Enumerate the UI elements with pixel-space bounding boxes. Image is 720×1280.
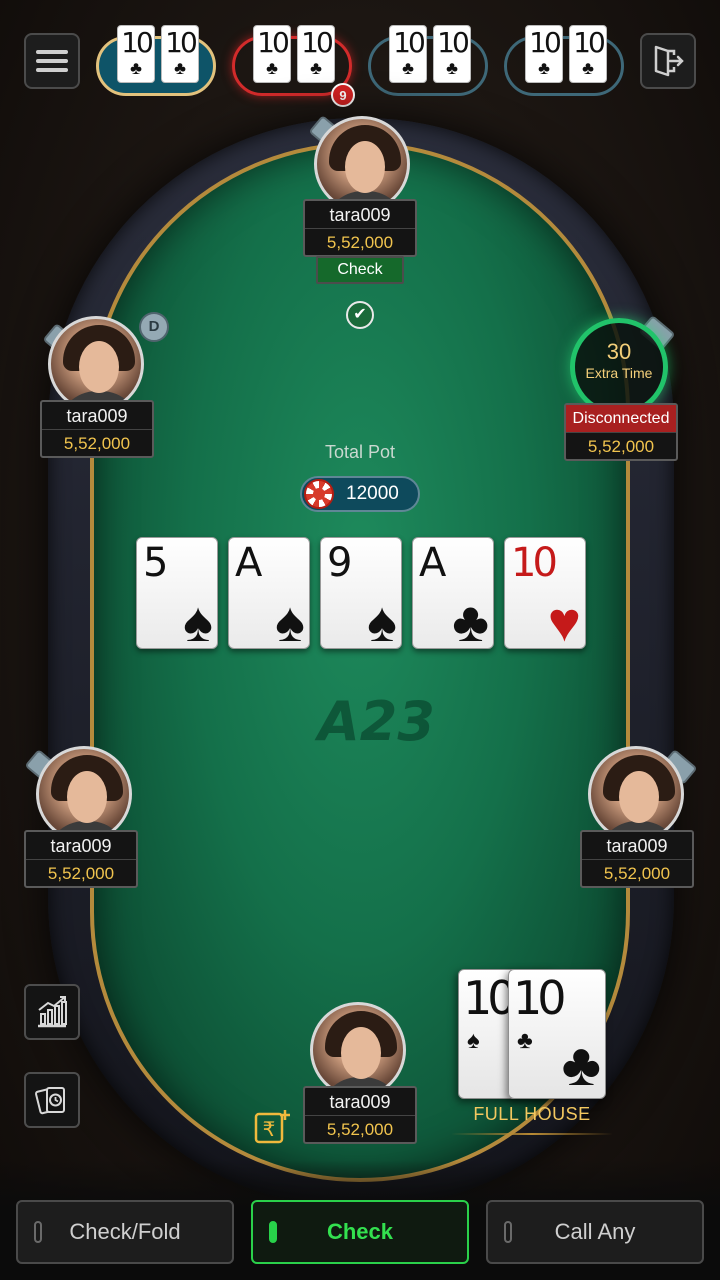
brand-logo: A23 [318, 690, 435, 753]
disconnected-status: Disconnected [566, 405, 676, 433]
dealer-button: D [139, 312, 169, 342]
call-any-label: Call Any [554, 1219, 636, 1244]
community-card-3: 9 ♠ [320, 537, 402, 652]
player-info-top: tara009 5,52,000 [303, 199, 417, 257]
check-fold-label: Check/Fold [69, 1219, 181, 1244]
community-card-2: A ♠ [228, 537, 310, 652]
table-tab-1[interactable]: 10 ♣ 10 ♣ [96, 25, 216, 96]
mini-card: 10 ♣ [297, 25, 335, 83]
timer-seconds: 30 [606, 339, 632, 364]
notification-badge: 9 [331, 83, 355, 107]
toggle-indicator-icon [504, 1221, 512, 1243]
hand-history-icon [35, 1087, 65, 1115]
mini-card: 10 ♣ [525, 25, 563, 83]
player-info-lower-right: tara009 5,52,000 [580, 830, 694, 888]
mini-card: 10 ♣ [433, 25, 471, 83]
add-cash-button[interactable]: ₹ [254, 1108, 290, 1144]
menu-button[interactable] [24, 33, 80, 89]
rupee-add-icon: ₹ [254, 1110, 290, 1144]
player-info-hero: tara009 5,52,000 [303, 1086, 417, 1144]
exit-door-icon [654, 45, 684, 77]
community-card-1: 5 ♠ [136, 537, 218, 652]
last-action-label: Check [316, 256, 404, 284]
mini-card: 10 ♣ [117, 25, 155, 83]
check-label: Check [326, 1219, 394, 1244]
player-name: tara009 [42, 402, 152, 430]
hand-strength-label: FULL HOUSE [452, 1104, 612, 1135]
avatar-top[interactable] [314, 116, 410, 212]
avatar-lower-right[interactable] [588, 746, 684, 842]
mini-card: 10 ♣ [253, 25, 291, 83]
player-name: tara009 [582, 832, 692, 860]
player-name: tara009 [26, 832, 136, 860]
player-chips: 5,52,000 [587, 437, 655, 456]
mini-card: 10 ♣ [569, 25, 607, 83]
mini-card: 10 ♣ [161, 25, 199, 83]
player-chips: 5,52,000 [603, 864, 671, 883]
svg-text:₹: ₹ [263, 1117, 276, 1141]
table-tab-3[interactable]: 10 ♣ 10 ♣ [368, 25, 488, 96]
hamburger-menu-icon [36, 45, 68, 77]
exit-button[interactable] [640, 33, 696, 89]
avatar-upper-left[interactable] [48, 316, 144, 412]
player-chips: 5,52,000 [326, 233, 394, 252]
player-chips: 5,52,000 [63, 434, 131, 453]
stats-button[interactable] [24, 984, 80, 1040]
table-tab-4[interactable]: 10 ♣ 10 ♣ [504, 25, 624, 96]
community-card-5: 10 ♥ [504, 537, 586, 652]
pot-value: 12000 [346, 483, 399, 504]
turn-timer: 30 Extra Time [570, 318, 668, 416]
stats-chart-icon [38, 996, 67, 1028]
checkmark-icon: ✔ [346, 301, 374, 329]
hand-history-button[interactable] [24, 1072, 80, 1128]
player-chips: 5,52,000 [326, 1120, 394, 1139]
player-name: tara009 [305, 1088, 415, 1116]
player-info-upper-left: tara009 5,52,000 [40, 400, 154, 458]
poker-chip-icon [304, 479, 334, 509]
community-card-4: A ♣ [412, 537, 494, 652]
pot-display: 12000 [300, 476, 420, 512]
player-chips: 5,52,000 [47, 864, 115, 883]
check-button[interactable]: Check [251, 1200, 469, 1264]
player-name: tara009 [305, 201, 415, 229]
avatar-lower-left[interactable] [36, 746, 132, 842]
player-info-upper-right: Disconnected 5,52,000 [564, 403, 678, 461]
hero-card-2: 10 ♣ ♣ [508, 969, 606, 1099]
call-any-button[interactable]: Call Any [486, 1200, 704, 1264]
toggle-indicator-icon [269, 1221, 277, 1243]
avatar-hero[interactable] [310, 1002, 406, 1098]
player-info-lower-left: tara009 5,52,000 [24, 830, 138, 888]
check-fold-button[interactable]: Check/Fold [16, 1200, 234, 1264]
timer-label: Extra Time [585, 365, 653, 381]
mini-card: 10 ♣ [389, 25, 427, 83]
table-tab-2[interactable]: 10 ♣ 10 ♣ 9 [232, 25, 355, 107]
toggle-indicator-icon [34, 1221, 42, 1243]
total-pot-label: Total Pot [324, 442, 396, 462]
